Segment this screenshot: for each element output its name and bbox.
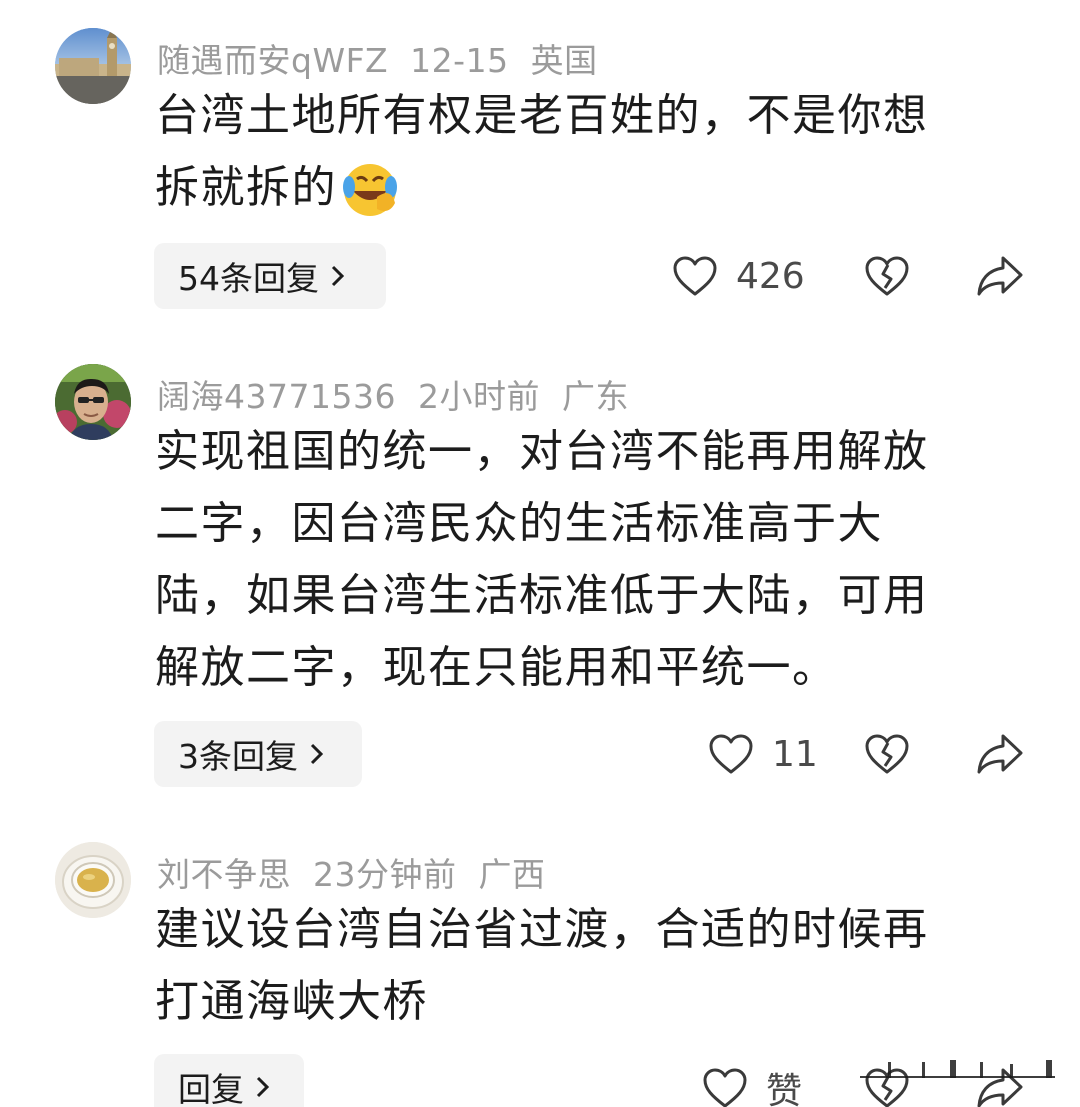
like-count: 426 <box>736 255 805 297</box>
tea-cup-avatar-icon <box>55 842 131 918</box>
avatar[interactable] <box>55 364 131 440</box>
replies-label: 54条回复 <box>178 259 319 298</box>
comment-meta: 随遇而安qWFZ 12-15 英国 <box>157 34 620 82</box>
comment-body: 实现祖国的统一，对台湾不能再用解放 二字，因台湾民众的生活标准高于大 陆，如果台… <box>155 416 1025 704</box>
heart-icon <box>709 734 753 774</box>
comment-time: 12-15 <box>410 41 509 80</box>
comment-line: 陆，如果台湾生活标准低于大陆，可用 <box>155 570 929 621</box>
comment-line: 拆就拆的 <box>155 162 337 213</box>
comment-meta: 阔海43771536 2小时前 广东 <box>157 370 651 418</box>
laughing-emoji-icon <box>339 157 401 219</box>
replies-label: 3条回复 <box>178 737 298 776</box>
like-button[interactable]: 11 <box>708 724 818 784</box>
comment-time: 23分钟前 <box>313 855 457 894</box>
comment-body: 建议设台湾自治省过渡，合适的时候再 打通海峡大桥 <box>155 894 1025 1038</box>
avatar[interactable] <box>55 28 131 104</box>
like-button[interactable]: 赞 <box>702 1058 802 1107</box>
comment-item: 随遇而安qWFZ 12-15 英国 台湾土地所有权是老百姓的，不是你想 拆就拆的 5… <box>0 28 1080 348</box>
comment-region: 广东 <box>561 377 629 416</box>
comment-item: 阔海43771536 2小时前 广东 实现祖国的统一，对台湾不能再用解放 二字，因台… <box>0 364 1080 804</box>
view-replies-button[interactable]: 3条回复 <box>154 721 362 787</box>
share-button[interactable] <box>976 724 1024 784</box>
comment-line: 台湾土地所有权是老百姓的，不是你想 <box>155 90 929 141</box>
comment-line: 实现祖国的统一，对台湾不能再用解放 <box>155 426 929 477</box>
man-portrait-avatar-icon <box>55 364 131 440</box>
username[interactable]: 阔海43771536 <box>157 377 396 416</box>
view-replies-button[interactable]: 54条回复 <box>154 243 386 309</box>
comment-meta: 刘不争思 23分钟前 广西 <box>157 848 568 896</box>
big-ben-avatar-icon <box>55 28 131 104</box>
broken-heart-icon <box>865 256 909 296</box>
chevron-right-icon <box>256 1076 269 1098</box>
like-label: 赞 <box>766 1071 803 1107</box>
watermark-icon <box>860 1060 1055 1078</box>
comment-region: 广西 <box>478 855 546 894</box>
share-arrow-icon <box>977 734 1023 774</box>
dislike-button[interactable] <box>864 246 910 306</box>
broken-heart-icon <box>865 734 909 774</box>
comment-line: 二字，因台湾民众的生活标准高于大 <box>155 498 883 549</box>
share-arrow-icon <box>977 256 1023 296</box>
comment-time: 2小时前 <box>417 377 540 416</box>
username[interactable]: 刘不争思 <box>157 855 291 894</box>
like-button[interactable]: 426 <box>672 246 805 306</box>
heart-icon <box>673 256 717 296</box>
comment-line: 打通海峡大桥 <box>155 976 428 1027</box>
comment-line: 建议设台湾自治省过渡，合适的时候再 <box>155 904 929 955</box>
avatar[interactable] <box>55 842 131 918</box>
comment-line: 解放二字，现在只能用和平统一。 <box>155 642 838 693</box>
chevron-right-icon <box>331 265 344 287</box>
heart-icon <box>703 1068 747 1107</box>
dislike-button[interactable] <box>864 724 910 784</box>
username[interactable]: 随遇而安qWFZ <box>157 41 388 80</box>
comment-body: 台湾土地所有权是老百姓的，不是你想 拆就拆的 <box>155 80 1025 224</box>
view-replies-button[interactable]: 回复 <box>154 1054 304 1107</box>
replies-label: 回复 <box>178 1070 244 1107</box>
chevron-right-icon <box>310 743 323 765</box>
comment-region: 英国 <box>530 41 598 80</box>
share-button[interactable] <box>976 246 1024 306</box>
like-count: 11 <box>772 733 818 775</box>
